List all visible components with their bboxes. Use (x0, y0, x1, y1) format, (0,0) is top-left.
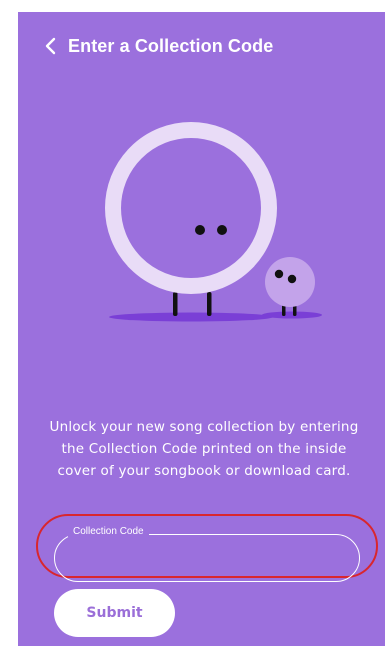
big-mascot-leg-left (173, 292, 178, 316)
big-mascot-eye-left (195, 225, 205, 235)
big-mascot-leg-right (207, 292, 212, 316)
mascot-illustration (105, 122, 322, 322)
big-mascot-shadow (109, 312, 273, 322)
small-mascot-shadow (262, 311, 322, 319)
instructions-text: Unlock your new song collection by enter… (49, 418, 359, 479)
collection-code-field[interactable]: Collection Code (54, 526, 360, 588)
collection-code-label: Collection Code (68, 526, 149, 537)
small-mascot-eye-right (287, 274, 297, 284)
collection-code-input[interactable] (70, 544, 346, 574)
app-screen: Enter a Collection Code Unlock your new … (18, 12, 385, 646)
small-mascot-eye-left (274, 269, 284, 279)
big-mascot-eye-right (217, 225, 227, 235)
submit-button[interactable]: Submit (54, 589, 175, 637)
big-mascot-ring (105, 122, 277, 294)
